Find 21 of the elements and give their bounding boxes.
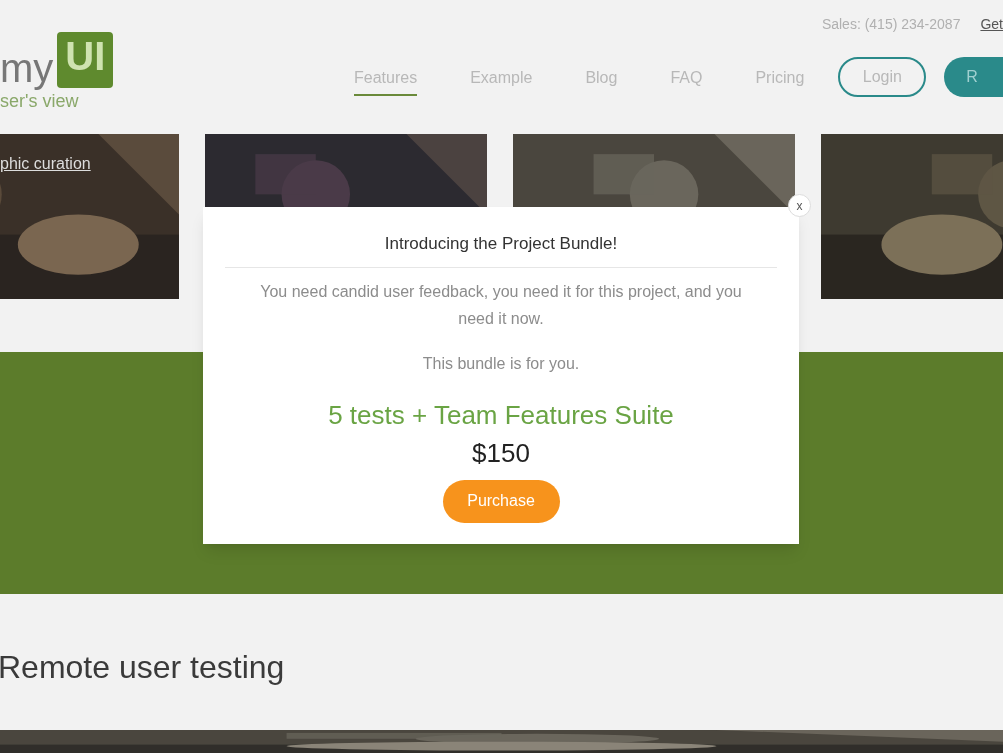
nav-link[interactable]: Example (470, 58, 533, 96)
sales-phone: Sales: (415) 234-2087 (821, 15, 961, 34)
modal-text: You need candid user feedback, you need it for this project, and you need it now. (259, 281, 743, 329)
price: $150 (472, 439, 530, 466)
nav-link[interactable]: Blog (585, 58, 618, 96)
modal-subtext: This bundle is for you. (422, 353, 580, 374)
section-heading: Remote user testing (0, 648, 285, 687)
signup-button[interactable]: R (944, 57, 1003, 97)
modal-title: Introducing the Project Bundle! (384, 233, 618, 255)
card-link[interactable]: phic curation (0, 152, 91, 176)
logo-badge: UI (57, 32, 114, 88)
nav-link[interactable]: Features (354, 58, 418, 96)
logo-text: my (0, 48, 54, 88)
login-button[interactable]: Login (838, 57, 927, 97)
nav-link[interactable]: FAQ (670, 58, 703, 96)
logo-tagline: ser's view (0, 92, 80, 110)
nav-link[interactable]: Pricing (755, 58, 805, 96)
offer-title: 5 tests + Team Features Suite (328, 401, 674, 428)
close-button[interactable]: x (788, 194, 811, 217)
purchase-button[interactable]: Purchase (442, 479, 560, 523)
top-link[interactable]: Get (980, 14, 1003, 35)
